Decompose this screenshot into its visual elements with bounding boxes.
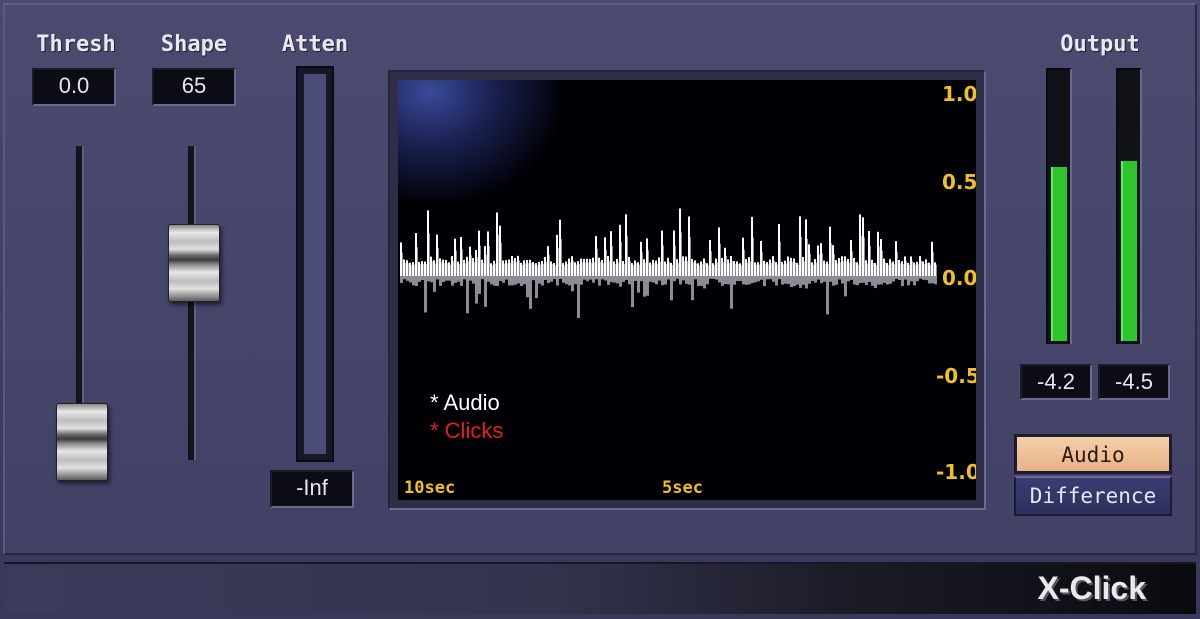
brand-bar: X-Click	[4, 562, 1196, 614]
legend-audio: * Audio	[430, 390, 500, 415]
output-meter-right	[1116, 68, 1142, 344]
waveform-display: 1.0 0.5 0.0 -0.5 -1.0 10sec 5sec * Audio…	[398, 80, 976, 500]
x-tick-10sec: 10sec	[404, 478, 456, 498]
output-meter-right-fill	[1121, 161, 1137, 341]
atten-meter	[296, 66, 334, 462]
output-label: Output	[1060, 32, 1140, 57]
output-left-value: -4.2	[1020, 364, 1092, 400]
brand-logo: X-Click	[1037, 570, 1146, 606]
thresh-label: Thresh	[36, 32, 116, 57]
output-meter-left-fill	[1051, 167, 1067, 341]
shape-value: 65	[152, 68, 236, 106]
y-tick-3: 0.0	[942, 266, 976, 290]
y-tick-2: 0.5	[942, 170, 976, 194]
thresh-slider-knob[interactable]	[56, 403, 108, 481]
waveform-display-frame: 1.0 0.5 0.0 -0.5 -1.0 10sec 5sec * Audio…	[388, 70, 986, 510]
y-tick-4: -0.5	[936, 364, 976, 388]
audio-mode-button[interactable]: Audio	[1014, 434, 1172, 474]
atten-label: Atten	[281, 32, 349, 57]
y-tick-5: -1.0	[936, 460, 976, 484]
thresh-value: 0.0	[32, 68, 116, 106]
shape-slider-track[interactable]	[188, 146, 196, 460]
atten-value: -Inf	[270, 470, 354, 508]
output-meter-left	[1046, 68, 1072, 344]
x-tick-5sec: 5sec	[662, 478, 703, 498]
difference-mode-button[interactable]: Difference	[1014, 476, 1172, 516]
y-tick-1: 1.0	[942, 82, 976, 106]
atten-meter-bar	[304, 74, 326, 454]
legend-clicks: * Clicks	[430, 418, 504, 443]
shape-slider-knob[interactable]	[168, 224, 220, 302]
x-click-plugin: Thresh 0.0 Shape 65 Atten -Inf 1.0 0.5 0…	[0, 0, 1200, 619]
output-right-value: -4.5	[1098, 364, 1170, 400]
shape-label: Shape	[160, 32, 228, 57]
